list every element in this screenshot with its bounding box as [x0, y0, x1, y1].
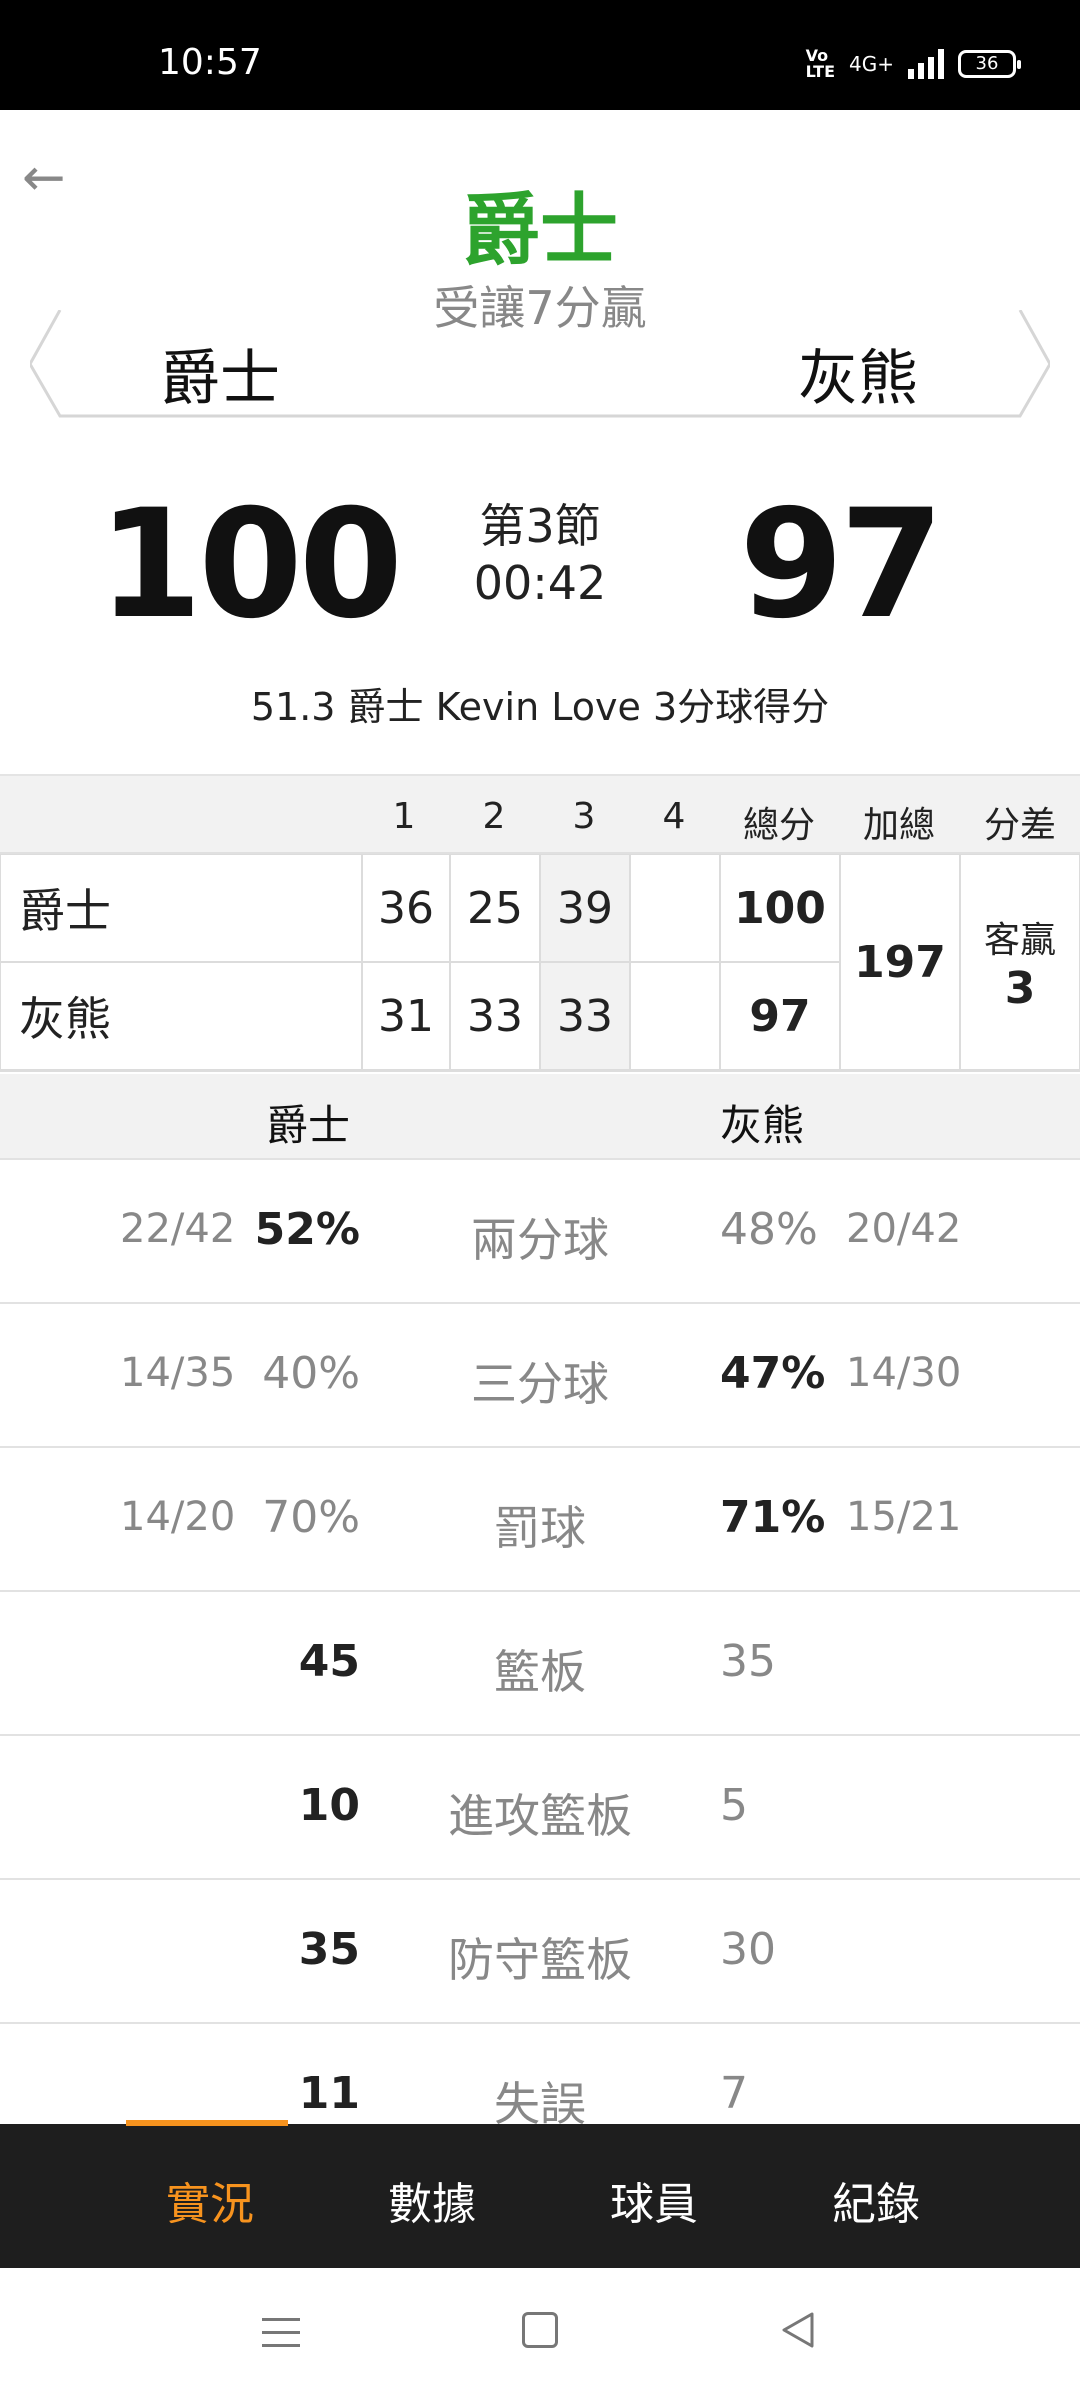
home-row-name: 爵士	[0, 854, 362, 962]
home-icon[interactable]	[522, 2312, 558, 2348]
header-total: 總分	[742, 805, 815, 846]
winner-title: 爵士	[461, 186, 618, 276]
home-value: 35	[298, 1924, 360, 1975]
away-q1: 31	[362, 962, 450, 1070]
stat-row-two-pointers: 22/42 52% 兩分球 48% 20/42	[0, 1158, 1080, 1302]
away-row-name: 灰熊	[0, 962, 362, 1070]
home-pct: 52%	[254, 1204, 360, 1255]
header-q2: 2	[482, 796, 506, 837]
away-pct: 48%	[720, 1204, 818, 1255]
last-play-text: 51.3 爵士 Kevin Love 3分球得分	[250, 685, 830, 729]
quarter-score-table: 1 2 3 4 總分 加總 分差 爵士 36 25 39 100 灰熊 31 3…	[0, 774, 1080, 1072]
header-q4: 4	[662, 796, 686, 837]
combined-total: 197	[840, 854, 960, 1070]
quarter-table-body: 爵士 36 25 39 100 灰熊 31 33 33 97 197 客贏 3	[0, 854, 1080, 1072]
volte-icon: Vo LTE	[805, 46, 836, 81]
header-diff: 分差	[983, 805, 1056, 846]
away-value: 35	[720, 1636, 776, 1687]
home-q2: 25	[450, 854, 540, 962]
away-score: 97	[739, 478, 944, 652]
home-q1: 36	[362, 854, 450, 962]
recent-apps-icon[interactable]	[262, 2318, 300, 2357]
away-q4	[630, 962, 720, 1070]
quarter-table-header: 1 2 3 4 總分 加總 分差	[0, 774, 1080, 854]
network-type: 4G+	[849, 52, 894, 76]
away-team-name[interactable]: 灰熊	[798, 330, 918, 417]
status-bar: 10:57 Vo LTE 4G+ 36	[0, 0, 1080, 110]
status-time: 10:57	[158, 42, 262, 83]
stat-label: 罰球	[494, 1501, 586, 1555]
stat-label: 三分球	[471, 1357, 609, 1411]
tab-players[interactable]: 球員	[610, 2168, 698, 2232]
battery-level: 36	[975, 53, 999, 74]
bottom-tab-bar: 實況 數據 球員 紀錄	[0, 2124, 1080, 2268]
away-value: 7	[720, 2068, 748, 2119]
home-score: 100	[98, 478, 403, 652]
tab-stats[interactable]: 數據	[388, 2168, 476, 2232]
stats-header: 爵士 灰熊	[0, 1074, 1080, 1158]
away-pct: 71%	[720, 1492, 826, 1543]
home-pct: 70%	[262, 1492, 360, 1543]
nav-back-icon[interactable]	[778, 2310, 818, 2354]
away-frac: 20/42	[846, 1206, 962, 1252]
home-frac: 22/42	[120, 1206, 236, 1252]
diff-value: 3	[1004, 962, 1036, 1014]
header-sum: 加總	[862, 805, 935, 846]
away-frac: 15/21	[846, 1494, 962, 1540]
diff-label: 客贏	[983, 919, 1056, 961]
home-team-name[interactable]: 爵士	[160, 330, 280, 417]
stat-row-rebounds: 45 籃板 35	[0, 1590, 1080, 1734]
home-value: 45	[298, 1636, 360, 1687]
stat-label: 籃板	[494, 1645, 586, 1699]
stat-row-free-throws: 14/20 70% 罰球 71% 15/21	[0, 1446, 1080, 1590]
stat-label: 兩分球	[471, 1213, 609, 1267]
away-q3: 33	[540, 962, 630, 1070]
game-period: 第3節	[479, 499, 601, 553]
away-value: 5	[720, 1780, 748, 1831]
home-value: 11	[298, 2068, 360, 2119]
stat-row-defensive-rebounds: 35 防守籃板 30	[0, 1878, 1080, 2022]
away-frac: 14/30	[846, 1350, 962, 1396]
active-tab-indicator	[126, 2120, 288, 2126]
stats-away-team: 灰熊	[720, 1101, 805, 1150]
signal-icon	[908, 49, 944, 79]
system-nav-bar	[0, 2268, 1080, 2400]
away-value: 30	[720, 1924, 776, 1975]
tab-records[interactable]: 紀錄	[832, 2168, 920, 2232]
home-pct: 40%	[262, 1348, 360, 1399]
tab-live[interactable]: 實況	[166, 2168, 254, 2232]
stat-label: 進攻籃板	[448, 1789, 632, 1843]
game-clock: 00:42	[473, 556, 607, 610]
home-q3: 39	[540, 854, 630, 962]
away-q2: 33	[450, 962, 540, 1070]
stat-label: 防守籃板	[448, 1933, 632, 1987]
home-frac: 14/35	[120, 1350, 236, 1396]
status-icons: Vo LTE 4G+ 36	[805, 46, 1021, 81]
away-total: 97	[720, 962, 840, 1070]
header-q3: 3	[572, 796, 596, 837]
stat-row-three-pointers: 14/35 40% 三分球 47% 14/30	[0, 1302, 1080, 1446]
away-pct: 47%	[720, 1348, 826, 1399]
home-frac: 14/20	[120, 1494, 236, 1540]
battery-icon: 36	[958, 50, 1021, 78]
home-q4	[630, 854, 720, 962]
stat-row-offensive-rebounds: 10 進攻籃板 5	[0, 1734, 1080, 1878]
home-value: 10	[298, 1780, 360, 1831]
home-total: 100	[720, 854, 840, 962]
header-q1: 1	[392, 796, 416, 837]
point-diff-cell: 客贏 3	[960, 854, 1080, 1070]
stats-home-team: 爵士	[266, 1101, 351, 1150]
